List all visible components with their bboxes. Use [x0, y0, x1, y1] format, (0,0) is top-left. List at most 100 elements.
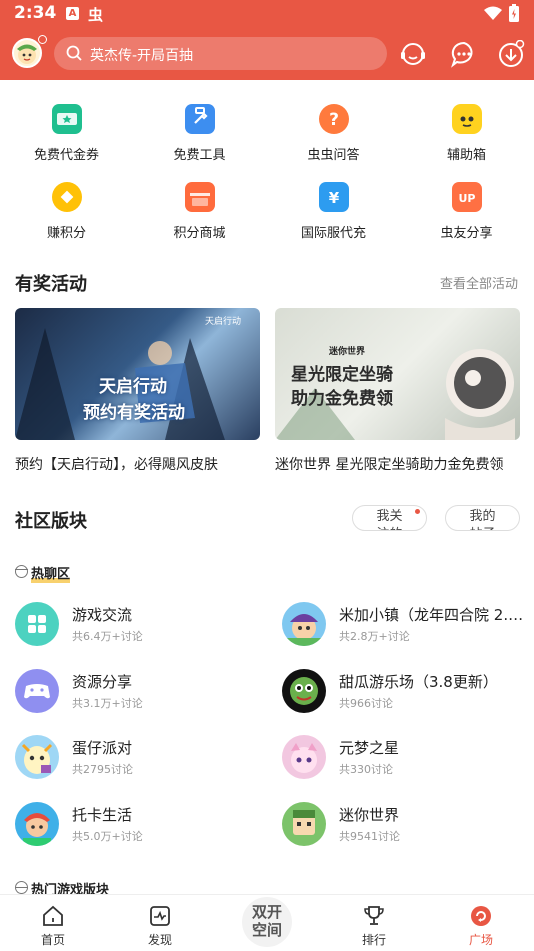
mija-town-game-icon [282, 602, 326, 646]
my-posts-pill-label: 我的帖子 [469, 509, 496, 530]
home-icon [43, 905, 63, 926]
community-count: 共6.4万+讨论 [72, 630, 143, 643]
tab-label: 排行 [361, 933, 386, 947]
community-item-mini-world[interactable]: 迷你世界 共9541讨论 [282, 802, 522, 848]
activity-banner-2[interactable]: 迷你世界 星光限定坐骑 助力金免费领 [275, 308, 520, 440]
battery-icon [509, 4, 519, 22]
quick-link-label: 赚积分 [46, 226, 86, 241]
my-posts-pill-button[interactable]: 我的帖子 [445, 505, 520, 531]
toolbox-icon [184, 104, 215, 134]
tab-label: 发现 [147, 933, 172, 947]
quick-link-label: 虫虫问答 [307, 148, 360, 163]
quick-link-label: 虫友分享 [440, 226, 493, 241]
quick-link-earn-points[interactable]: 赚积分 [0, 182, 133, 252]
tab-label: 首页 [40, 933, 65, 947]
quick-link-label: 辅助箱 [446, 148, 486, 163]
gamepad-icon [15, 669, 59, 713]
community-item-melon-playground[interactable]: 甜瓜游乐场（3.8更新） 共966讨论 [282, 669, 522, 715]
plaza-icon [471, 906, 491, 926]
quick-link-points-mall[interactable]: 积分商城 [133, 182, 266, 252]
quick-link-friend-share[interactable]: UP 虫友分享 [400, 182, 533, 252]
status-time: 2:34 [14, 3, 57, 23]
quick-link-free-tools[interactable]: 免费工具 [133, 104, 266, 174]
community-name: 托卡生活 [72, 806, 133, 824]
notification-app-icon: 虫 [88, 6, 104, 24]
status-bar: 2:34 A 虫 [0, 0, 534, 28]
avatar-badge [38, 35, 47, 44]
quick-link-intl-recharge[interactable]: ¥ 国际服代充 [267, 182, 400, 252]
community-item-eggy-party[interactable]: 蛋仔派对 共2795讨论 [15, 735, 255, 781]
melon-playground-game-icon [282, 669, 326, 713]
hot-chat-label: 热聊区 [31, 567, 71, 582]
discover-icon [150, 906, 170, 926]
community-item-toca-life[interactable]: 托卡生活 共5.0万+讨论 [15, 802, 255, 848]
quick-link-qa[interactable]: ? 虫虫问答 [267, 104, 400, 174]
community-item-resources[interactable]: 资源分享 共3.1万+讨论 [15, 669, 255, 715]
community-name: 蛋仔派对 [72, 739, 133, 757]
currency-icon: ¥ [318, 182, 349, 212]
community-count: 共5.0万+讨论 [72, 830, 143, 843]
notification-a-icon: A [66, 7, 79, 20]
community-name: 游戏交流 [72, 606, 133, 624]
banner-text-2: 助力金免费领 [291, 389, 393, 409]
grid-apps-icon [15, 602, 59, 646]
svg-text:UP: UP [458, 192, 475, 205]
quick-link-label: 免费代金券 [33, 148, 99, 163]
activity-caption-2[interactable]: 迷你世界 星光限定坐骑助力金免费领 [275, 454, 503, 474]
community-item-yuanmeng-star[interactable]: 元梦之星 共330讨论 [282, 735, 522, 781]
tab-ranking[interactable]: 排行 [321, 895, 427, 951]
activity-caption-1[interactable]: 预约【天启行动】，必得飓风皮肤 [15, 454, 218, 474]
message-icon[interactable] [450, 40, 478, 68]
eggy-party-game-icon [15, 735, 59, 779]
community-name: 米加小镇（龙年四合院 2.2… [339, 606, 529, 624]
tab-home[interactable]: 首页 [0, 895, 106, 951]
community-item-game-chat[interactable]: 游戏交流 共6.4万+讨论 [15, 602, 255, 648]
svg-text:¥: ¥ [328, 189, 339, 207]
banner-text-2: 预约有奖活动 [83, 403, 185, 423]
download-icon[interactable] [497, 40, 525, 68]
community-title: 社区版块 [15, 511, 87, 532]
banner-text-1: 天启行动 [99, 377, 167, 397]
yuanmeng-star-game-icon [282, 735, 326, 779]
quick-link-free-voucher[interactable]: 免费代金券 [0, 104, 133, 174]
community-count: 共3.1万+讨论 [72, 697, 143, 710]
upload-folder-icon: UP [451, 182, 482, 212]
search-placeholder: 英杰传-开局百抽 [90, 48, 194, 64]
trophy-icon [364, 906, 384, 925]
community-name: 元梦之星 [339, 739, 400, 757]
user-avatar[interactable] [12, 38, 42, 68]
quick-link-helper-box[interactable]: 辅助箱 [400, 104, 533, 174]
voucher-icon [51, 104, 82, 134]
tab-plaza[interactable]: 广场 [428, 895, 534, 951]
gift-box-icon [184, 182, 215, 212]
collapse-icon-bar [15, 887, 28, 888]
search-bar[interactable]: 英杰传-开局百抽 [54, 37, 387, 70]
customer-service-icon[interactable] [399, 40, 427, 68]
activities-title: 有奖活动 [15, 274, 87, 295]
community-count: 共2795讨论 [72, 763, 133, 776]
mini-world-game-icon [282, 802, 326, 846]
tab-discover[interactable]: 发现 [107, 895, 213, 951]
quick-link-label: 免费工具 [173, 148, 226, 163]
toca-life-game-icon [15, 802, 59, 846]
activity-banner-1[interactable]: 天启行动 天启行动 预约有奖活动 [15, 308, 260, 440]
community-count: 共966讨论 [339, 697, 393, 710]
banner-logo-text: 迷你世界 [329, 347, 366, 357]
collapse-icon[interactable] [15, 565, 28, 578]
robot-icon [451, 104, 482, 134]
collapse-icon-bar [15, 569, 28, 570]
community-item-mija-town[interactable]: 米加小镇（龙年四合院 2.2… 共2.8万+讨论 [282, 602, 529, 648]
question-icon: ? [318, 104, 349, 134]
community-count: 共9541讨论 [339, 830, 400, 843]
dual-space-label: 双开空间 [251, 903, 282, 939]
hot-chat-title: 热聊区 [31, 563, 71, 583]
tab-label: 广场 [468, 933, 493, 947]
view-all-activities-link[interactable]: 查看全部活动 [440, 273, 518, 292]
tab-dual-space[interactable]: 双开空间 [214, 895, 320, 951]
avatar-face-icon [17, 44, 37, 64]
coin-icon [51, 182, 82, 212]
quick-link-label: 积分商城 [173, 226, 226, 241]
following-pill-label: 我关注的 [376, 509, 403, 530]
bottom-tab-bar: 首页 发现 双开空间 排行 广场 [0, 894, 534, 951]
svg-text:?: ? [329, 110, 339, 130]
